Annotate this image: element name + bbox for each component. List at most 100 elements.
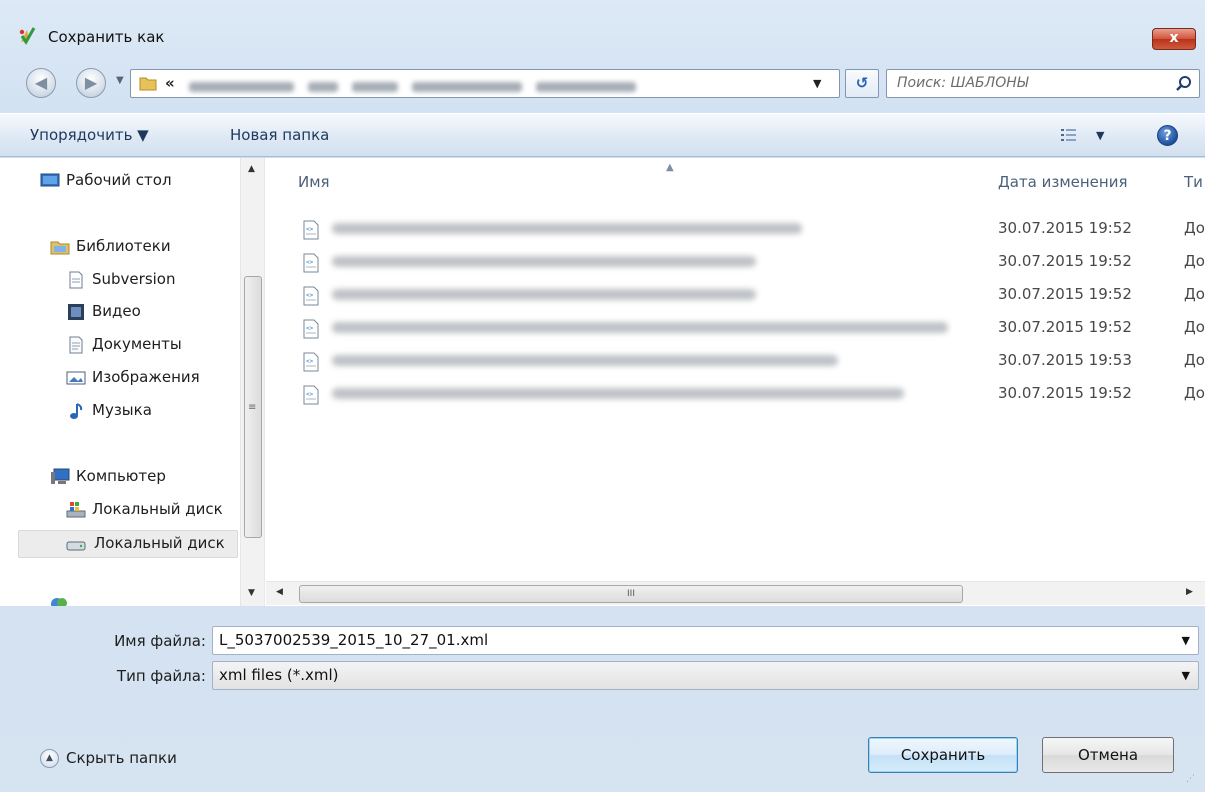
save-button[interactable]: Сохранить: [868, 737, 1018, 773]
system-disk-icon: [66, 502, 86, 518]
file-row[interactable]: <> 30.07.2015 19:52 До: [266, 247, 1205, 279]
file-type: До: [1184, 318, 1205, 336]
sidebar-item-libraries[interactable]: Библиотеки: [50, 234, 240, 262]
pictures-icon: [66, 371, 86, 385]
scroll-up-icon[interactable]: ▲: [248, 164, 255, 174]
file-type: До: [1184, 252, 1205, 270]
recent-pages-dropdown[interactable]: ▼: [116, 75, 124, 86]
file-row[interactable]: <> 30.07.2015 19:52 До: [266, 280, 1205, 312]
video-icon: [68, 304, 84, 320]
sort-ascending-icon: ▲: [666, 162, 674, 173]
file-type: До: [1184, 219, 1205, 237]
navigation-pane: Рабочий стол Библиотеки Subversion Видео…: [0, 158, 265, 606]
address-bar[interactable]: « ▼: [130, 69, 840, 98]
scroll-left-icon[interactable]: ◀: [276, 587, 283, 597]
hide-folders-label: Скрыть папки: [66, 749, 177, 767]
filetype-dropdown-icon[interactable]: ▼: [1182, 669, 1190, 682]
sidebar-scrollbar[interactable]: ▲ ≡ ▼: [240, 158, 264, 606]
libraries-icon: [50, 241, 70, 255]
search-icon[interactable]: [1175, 75, 1193, 93]
filetype-label: Тип файла:: [116, 667, 206, 685]
file-name-redacted: [332, 322, 948, 333]
file-type: До: [1184, 384, 1205, 402]
address-dropdown-icon[interactable]: ▼: [813, 77, 821, 90]
filetype-value: xml files (*.xml): [219, 666, 339, 684]
sidebar-item-local-disk-c[interactable]: Локальный диск: [66, 497, 240, 525]
file-date: 30.07.2015 19:52: [998, 318, 1132, 336]
file-name-redacted: [332, 256, 756, 267]
desktop-icon: [40, 173, 60, 187]
file-date: 30.07.2015 19:53: [998, 351, 1132, 369]
organize-button[interactable]: Упорядочить ▼: [30, 126, 149, 144]
column-header-date[interactable]: Дата изменения: [998, 173, 1128, 191]
forward-arrow-icon: ▶: [84, 73, 98, 92]
xml-file-icon: <>: [303, 253, 319, 273]
title-bar: Сохранить как x: [0, 0, 1205, 62]
xml-file-icon: <>: [303, 385, 319, 405]
file-date: 30.07.2015 19:52: [998, 384, 1132, 402]
view-options-icon[interactable]: [1060, 127, 1078, 143]
disk-icon: [66, 541, 86, 551]
documents-icon: [69, 336, 83, 354]
back-button[interactable]: ◀: [26, 68, 56, 98]
command-toolbar: Упорядочить ▼ Новая папка ▼ ?: [0, 113, 1205, 157]
file-list-pane: ▲ Имя Дата изменения Ти <> 30.07.2015 19…: [266, 158, 1205, 606]
document-icon: [69, 271, 83, 289]
svg-text:<>: <>: [306, 358, 314, 365]
dialog-title: Сохранить как: [48, 28, 165, 46]
xml-file-icon: <>: [303, 319, 319, 339]
file-name-redacted: [332, 388, 904, 399]
filename-field[interactable]: L_5037002539_2015_10_27_01.xml ▼: [212, 626, 1199, 655]
app-icon: [19, 27, 36, 45]
cancel-button[interactable]: Отмена: [1042, 737, 1174, 773]
collapse-up-icon: ▲: [40, 749, 59, 768]
sidebar-item-subversion[interactable]: Subversion: [66, 267, 240, 295]
computer-icon: [51, 468, 70, 484]
close-button[interactable]: x: [1152, 28, 1196, 50]
content-area: Рабочий стол Библиотеки Subversion Видео…: [0, 158, 1205, 606]
music-icon: [70, 403, 83, 419]
column-header-type[interactable]: Ти: [1184, 173, 1205, 191]
help-icon[interactable]: ?: [1157, 125, 1178, 146]
file-name-redacted: [332, 223, 802, 234]
sidebar-item-documents[interactable]: Документы: [66, 332, 240, 360]
refresh-button[interactable]: ↺: [845, 69, 879, 98]
scroll-down-icon[interactable]: ▼: [248, 588, 255, 598]
navigation-bar: ◀ ▶ ▼ « ▼ ↺: [0, 62, 1205, 102]
back-arrow-icon: ◀: [34, 73, 48, 92]
file-date: 30.07.2015 19:52: [998, 219, 1132, 237]
sidebar-item-computer[interactable]: Компьютер: [50, 464, 240, 492]
file-list-h-scrollbar[interactable]: ◀ III ▶: [266, 581, 1205, 605]
h-scroll-thumb[interactable]: III: [299, 585, 963, 603]
breadcrumb-overflow[interactable]: «: [165, 74, 175, 92]
resize-grip-icon[interactable]: ⋰: [1186, 774, 1195, 784]
svg-text:<>: <>: [306, 325, 314, 332]
sidebar-item-desktop[interactable]: Рабочий стол: [40, 168, 238, 196]
file-row[interactable]: <> 30.07.2015 19:52 До: [266, 313, 1205, 345]
search-input[interactable]: [897, 75, 1157, 91]
view-dropdown-icon[interactable]: ▼: [1096, 129, 1104, 142]
filename-dropdown-icon[interactable]: ▼: [1182, 634, 1190, 647]
svg-text:<>: <>: [306, 226, 314, 233]
file-date: 30.07.2015 19:52: [998, 252, 1132, 270]
sidebar-item-local-disk-d[interactable]: Локальный диск: [18, 530, 238, 558]
search-box[interactable]: [886, 69, 1200, 98]
new-folder-button[interactable]: Новая папка: [230, 126, 329, 144]
sidebar-item-music[interactable]: Музыка: [66, 398, 240, 426]
file-name-redacted: [332, 355, 838, 366]
scroll-right-icon[interactable]: ▶: [1186, 587, 1193, 597]
filetype-select[interactable]: xml files (*.xml) ▼: [212, 661, 1199, 690]
file-type: До: [1184, 351, 1205, 369]
save-as-dialog: Сохранить как x ◀ ▶ ▼ « ▼ ↺ Поиск: ШАБЛО…: [0, 0, 1205, 792]
forward-button[interactable]: ▶: [76, 68, 106, 98]
svg-text:<>: <>: [306, 292, 314, 299]
file-row[interactable]: <> 30.07.2015 19:53 До: [266, 346, 1205, 378]
column-header-name[interactable]: Имя: [298, 173, 330, 191]
file-row[interactable]: <> 30.07.2015 19:52 До: [266, 379, 1205, 411]
filename-value[interactable]: L_5037002539_2015_10_27_01.xml: [219, 631, 488, 649]
xml-file-icon: <>: [303, 220, 319, 240]
sidebar-item-video[interactable]: Видео: [66, 299, 240, 327]
file-row[interactable]: <> 30.07.2015 19:52 До: [266, 214, 1205, 246]
sidebar-item-pictures[interactable]: Изображения: [66, 365, 240, 393]
file-date: 30.07.2015 19:52: [998, 285, 1132, 303]
